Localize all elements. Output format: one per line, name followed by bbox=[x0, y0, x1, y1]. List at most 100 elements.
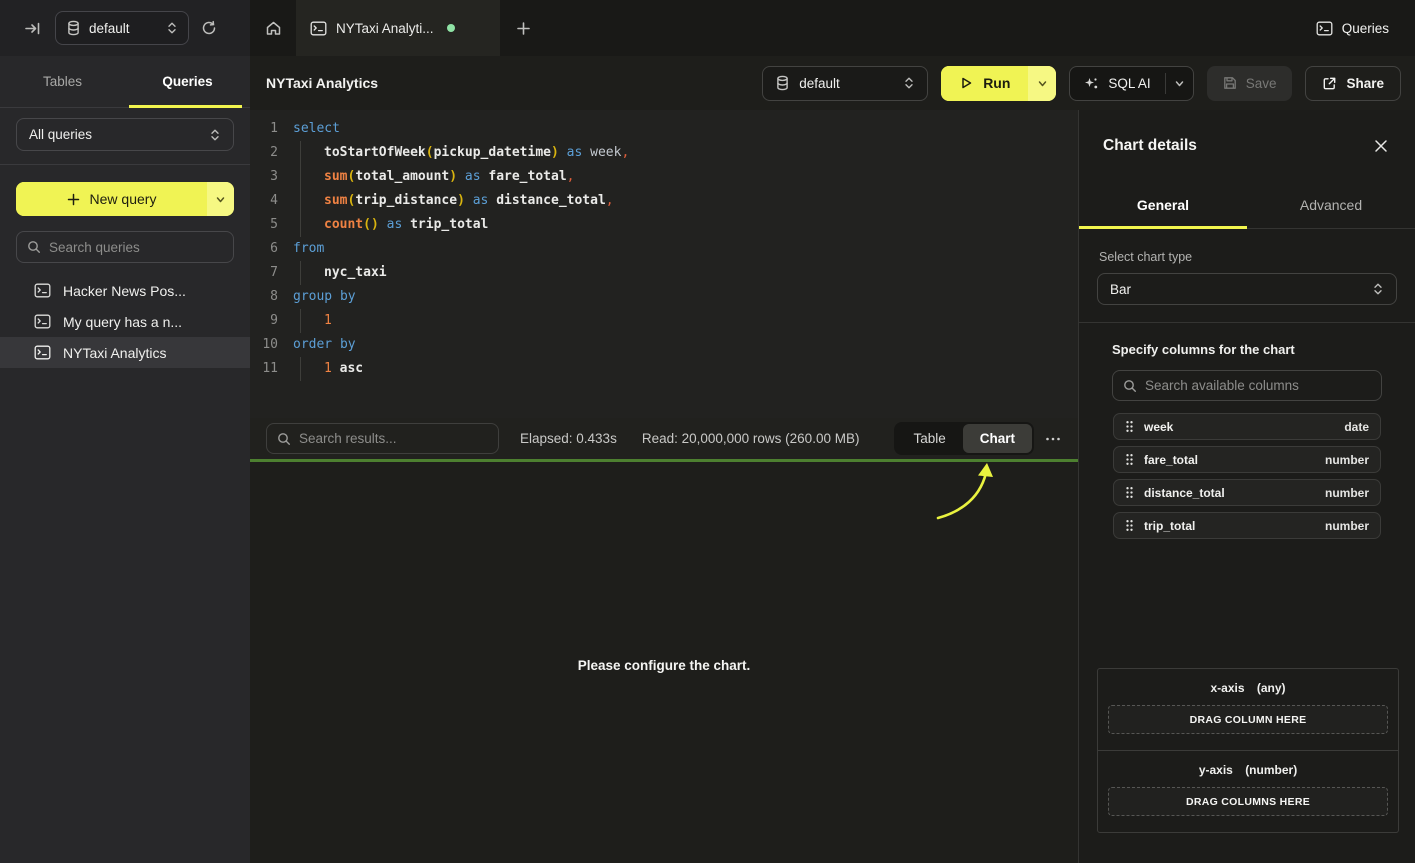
new-tab-button[interactable] bbox=[500, 0, 546, 56]
share-button[interactable]: Share bbox=[1305, 66, 1401, 101]
tab-title: NYTaxi Analyti... bbox=[336, 21, 434, 36]
sql-editor[interactable]: 1 select 2 toStartOfWeek(pickup_datetime) a… bbox=[250, 110, 1078, 418]
divider bbox=[0, 164, 250, 165]
line-number: 3 bbox=[250, 165, 278, 189]
column-card-week[interactable]: week date bbox=[1113, 413, 1381, 440]
drag-handle-icon[interactable] bbox=[1125, 453, 1134, 466]
drag-handle-icon[interactable] bbox=[1125, 519, 1134, 532]
code-line[interactable]: 91 bbox=[250, 309, 1078, 333]
search-columns-input[interactable] bbox=[1145, 378, 1371, 393]
drag-handle-icon[interactable] bbox=[1125, 486, 1134, 499]
hint-arrow-icon bbox=[925, 462, 1015, 532]
chart-type-dropdown[interactable]: Bar bbox=[1097, 273, 1397, 305]
chevron-updown-icon bbox=[1372, 282, 1384, 296]
home-button[interactable] bbox=[250, 0, 296, 56]
code-text[interactable]: nyc_taxi bbox=[293, 261, 387, 285]
drag-handle-icon[interactable] bbox=[1125, 420, 1134, 433]
line-number: 6 bbox=[250, 237, 278, 261]
share-icon bbox=[1322, 76, 1337, 91]
query-filter-dropdown[interactable]: All queries bbox=[16, 118, 234, 151]
column-card-distance-total[interactable]: distance_total number bbox=[1113, 479, 1381, 506]
column-card-trip-total[interactable]: trip_total number bbox=[1113, 512, 1381, 539]
column-type: number bbox=[1325, 486, 1369, 500]
code-line[interactable]: 6 from bbox=[250, 237, 1078, 261]
line-number: 1 bbox=[250, 117, 278, 141]
available-columns-list: week date fare_total number distance_tot… bbox=[1113, 413, 1381, 539]
code-line[interactable]: 3 sum(total_amount) as fare_total, bbox=[250, 165, 1078, 189]
line-number: 2 bbox=[250, 141, 278, 165]
new-query-dropdown-toggle[interactable] bbox=[207, 182, 234, 216]
view-toggle-table[interactable]: Table bbox=[896, 424, 962, 453]
sql-ai-options-toggle[interactable] bbox=[1166, 78, 1193, 89]
code-text[interactable]: toStartOfWeek(pickup_datetime) as week, bbox=[293, 141, 629, 165]
run-button[interactable]: Run bbox=[941, 66, 1028, 101]
query-item-label: My query has a n... bbox=[63, 314, 182, 330]
editor-database-value: default bbox=[799, 76, 894, 91]
topbar-queries-button[interactable]: Queries bbox=[1316, 0, 1389, 56]
query-filter-value: All queries bbox=[29, 127, 209, 142]
code-line[interactable]: 1 select bbox=[250, 117, 1078, 141]
code-text[interactable]: from bbox=[293, 237, 324, 261]
run-button-group: Run bbox=[941, 66, 1056, 101]
code-text[interactable]: group by bbox=[293, 285, 356, 309]
axis-configuration: x-axis (any) DRAG COLUMN HERE y-axis (nu… bbox=[1097, 668, 1399, 833]
column-name: fare_total bbox=[1144, 453, 1315, 467]
y-axis-drop-zone[interactable]: DRAG COLUMNS HERE bbox=[1108, 787, 1388, 816]
chevron-updown-icon bbox=[903, 76, 915, 90]
sql-ai-button[interactable]: SQL AI bbox=[1070, 76, 1164, 91]
x-axis-drop-zone[interactable]: DRAG COLUMN HERE bbox=[1108, 705, 1388, 734]
query-console-icon bbox=[34, 345, 51, 360]
tab-advanced[interactable]: Advanced bbox=[1247, 182, 1415, 228]
y-axis-label: y-axis bbox=[1199, 763, 1233, 777]
code-text[interactable]: sum(total_amount) as fare_total, bbox=[293, 165, 574, 189]
code-text[interactable]: sum(trip_distance) as distance_total, bbox=[293, 189, 614, 213]
x-axis-section: x-axis (any) DRAG COLUMN HERE bbox=[1098, 669, 1398, 750]
new-query-button[interactable]: New query bbox=[16, 182, 234, 216]
collapse-sidebar-button[interactable] bbox=[18, 14, 47, 43]
query-list-item-active[interactable]: NYTaxi Analytics bbox=[0, 337, 250, 368]
query-list-item[interactable]: Hacker News Pos... bbox=[0, 275, 250, 306]
code-text[interactable]: count() as trip_total bbox=[293, 213, 488, 237]
divider bbox=[1079, 322, 1415, 323]
topbar-database-selector[interactable]: default bbox=[55, 11, 189, 45]
close-panel-button[interactable] bbox=[1369, 134, 1393, 158]
run-options-toggle[interactable] bbox=[1028, 66, 1056, 101]
tab-tables[interactable]: Tables bbox=[0, 56, 125, 107]
sparkles-icon bbox=[1084, 76, 1099, 91]
code-line[interactable]: 10order by bbox=[250, 333, 1078, 357]
search-queries-input[interactable] bbox=[49, 240, 223, 255]
run-label: Run bbox=[983, 75, 1010, 91]
code-line[interactable]: 2 toStartOfWeek(pickup_datetime) as week, bbox=[250, 141, 1078, 165]
column-card-fare-total[interactable]: fare_total number bbox=[1113, 446, 1381, 473]
line-number: 11 bbox=[250, 357, 278, 381]
code-line[interactable]: 11 1 asc bbox=[250, 357, 1078, 381]
code-text[interactable]: order by bbox=[293, 333, 356, 357]
save-button[interactable]: Save bbox=[1207, 66, 1293, 101]
code-line[interactable]: 7nyc_taxi bbox=[250, 261, 1078, 285]
code-text[interactable]: 1 asc bbox=[293, 357, 363, 381]
play-icon bbox=[959, 76, 973, 90]
code-line[interactable]: 5 count() as trip_total bbox=[250, 213, 1078, 237]
chart-type-label: Select chart type bbox=[1099, 250, 1415, 264]
refresh-button[interactable] bbox=[195, 14, 223, 42]
search-results-box bbox=[266, 423, 499, 454]
tab-queries[interactable]: Queries bbox=[125, 56, 250, 107]
database-icon bbox=[66, 20, 81, 36]
view-toggle-chart[interactable]: Chart bbox=[963, 424, 1032, 453]
editor-database-selector[interactable]: default bbox=[762, 66, 928, 101]
unsaved-status-dot bbox=[447, 24, 455, 32]
code-text[interactable]: 1 bbox=[293, 309, 332, 333]
code-line[interactable]: 4sum(trip_distance) as distance_total, bbox=[250, 189, 1078, 213]
column-name: distance_total bbox=[1144, 486, 1315, 500]
query-list-item[interactable]: My query has a n... bbox=[0, 306, 250, 337]
code-text[interactable]: select bbox=[293, 117, 340, 141]
home-icon bbox=[265, 20, 282, 37]
code-line[interactable]: 8group by bbox=[250, 285, 1078, 309]
tab-nytaxi-analytics[interactable]: NYTaxi Analyti... bbox=[296, 0, 500, 56]
more-options-button[interactable] bbox=[1041, 432, 1065, 446]
search-queries-box bbox=[16, 231, 234, 263]
search-results-input[interactable] bbox=[299, 431, 488, 446]
tab-general[interactable]: General bbox=[1079, 182, 1247, 228]
line-number: 5 bbox=[250, 213, 278, 237]
chevron-updown-icon bbox=[209, 128, 221, 142]
